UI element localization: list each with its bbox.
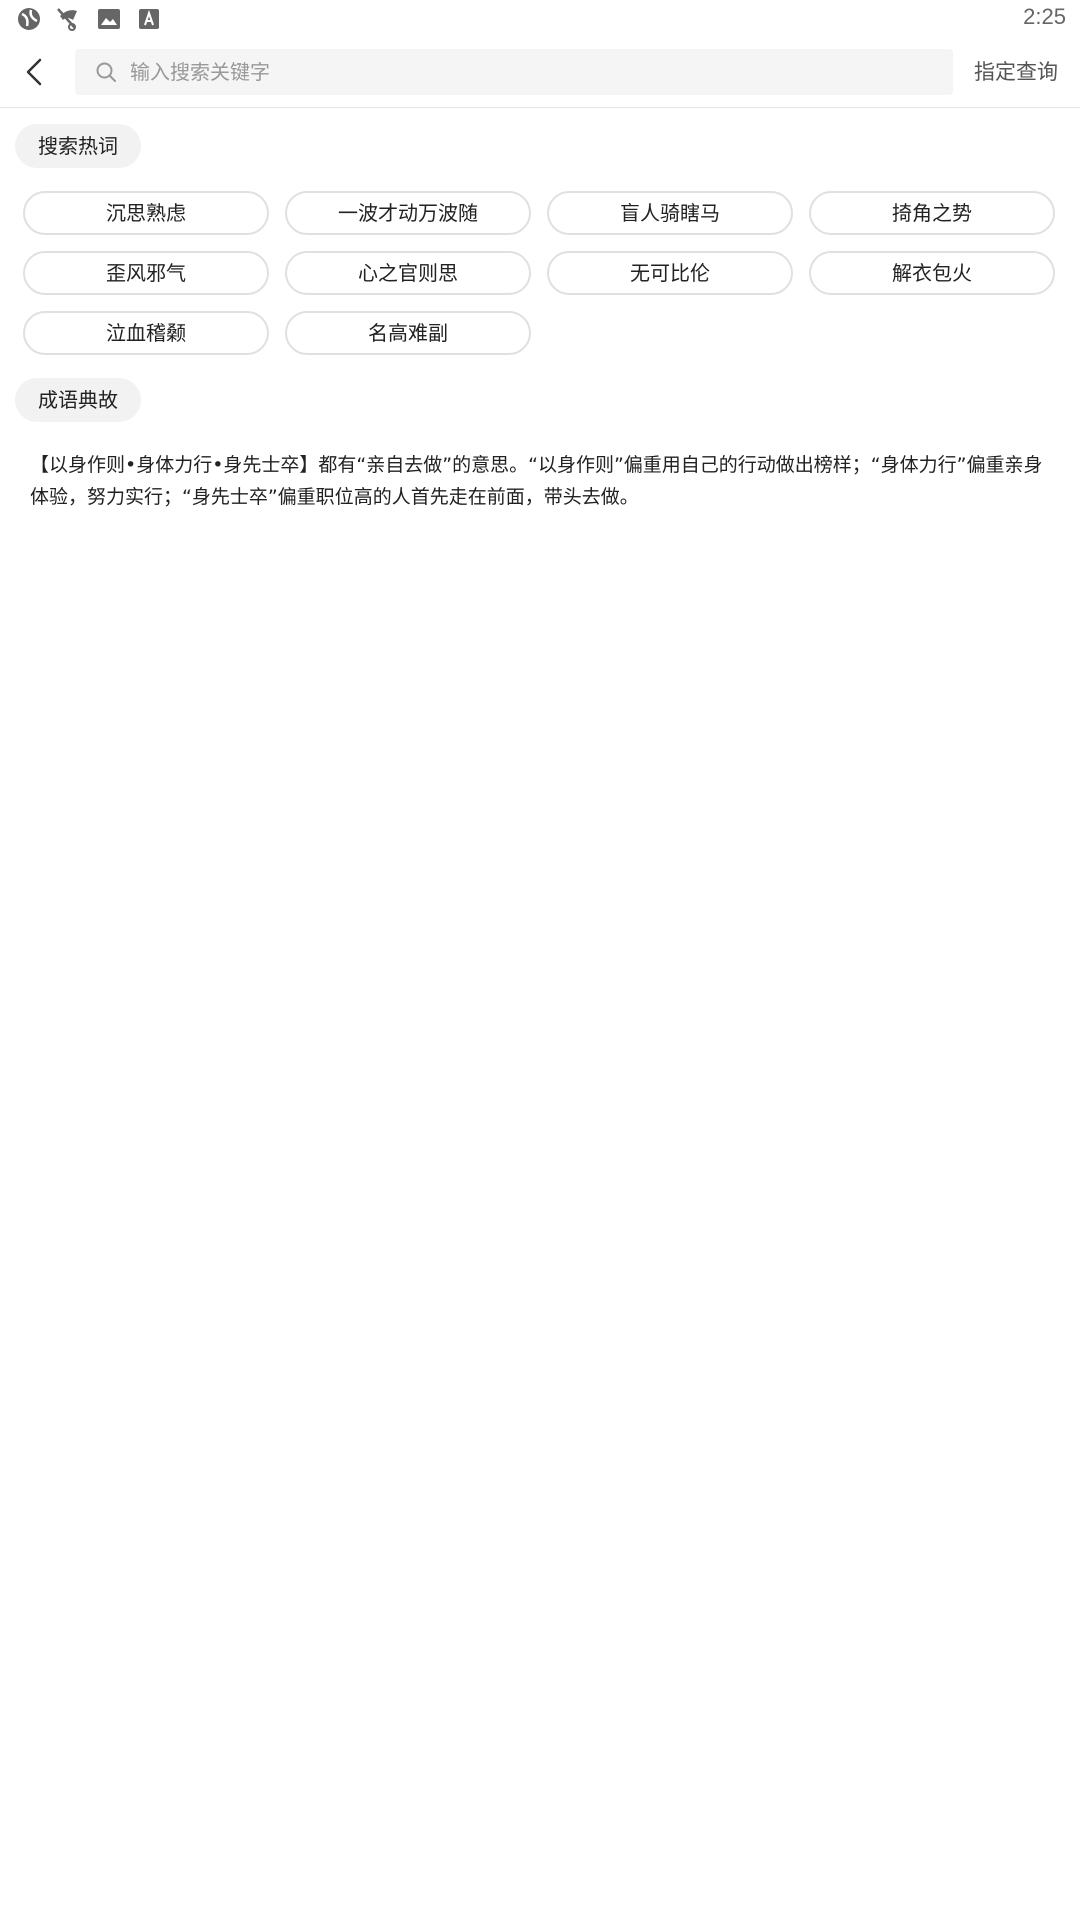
hot-word-tag[interactable]: 掎角之势 bbox=[809, 191, 1055, 235]
search-icon bbox=[96, 62, 116, 82]
specified-query-button[interactable]: 指定查询 bbox=[974, 56, 1058, 86]
hot-words-label: 搜索热词 bbox=[15, 124, 141, 168]
idiom-story-label: 成语典故 bbox=[15, 378, 141, 422]
status-bar: 2:25 bbox=[0, 0, 1080, 36]
status-time: 2:25 bbox=[1023, 4, 1066, 29]
hot-word-tag[interactable]: 歪风邪气 bbox=[23, 251, 269, 295]
hot-word-tag[interactable]: 心之官则思 bbox=[285, 251, 531, 295]
image-icon bbox=[98, 9, 120, 29]
hot-word-tag[interactable]: 泣血稽颡 bbox=[23, 311, 269, 355]
signal-off-icon bbox=[57, 8, 77, 31]
search-input[interactable] bbox=[130, 49, 930, 95]
hot-word-tag[interactable]: 解衣包火 bbox=[809, 251, 1055, 295]
search-header: 指定查询 bbox=[0, 36, 1080, 108]
search-box[interactable] bbox=[75, 49, 953, 95]
idiom-story-text: 【以身作则•身体力行•身先士卒】都有“亲自去做”的意思。“以身作则”偏重用自己的… bbox=[30, 454, 1043, 508]
back-arrow-icon[interactable] bbox=[14, 50, 58, 94]
hot-word-tag[interactable]: 一波才动万波随 bbox=[285, 191, 531, 235]
hot-word-tag[interactable]: 无可比伦 bbox=[547, 251, 793, 295]
text-input-icon bbox=[139, 9, 159, 29]
hot-word-tag[interactable]: 沉思熟虑 bbox=[23, 191, 269, 235]
browser-icon bbox=[18, 8, 40, 30]
hot-word-tag[interactable]: 名高难副 bbox=[285, 311, 531, 355]
hot-word-tag[interactable]: 盲人骑瞎马 bbox=[547, 191, 793, 235]
